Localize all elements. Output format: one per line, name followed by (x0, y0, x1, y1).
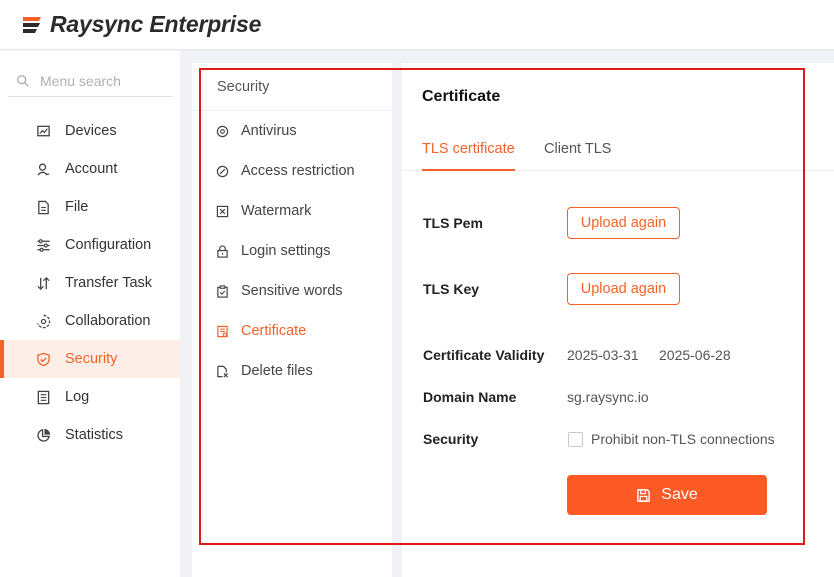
sidebar-item-file[interactable]: File (0, 188, 180, 226)
submenu-item-certificate[interactable]: Certificate (192, 311, 392, 351)
app-header: Raysync Enterprise (0, 0, 834, 50)
menu-search-input[interactable] (40, 72, 160, 89)
sidebar-item-label: Log (65, 389, 90, 405)
save-icon (637, 488, 651, 502)
tls-key-label: TLS Key (423, 281, 480, 297)
certificate-icon (217, 325, 228, 337)
sidebar-item-label: File (65, 199, 89, 215)
sidebar-item-collaboration[interactable]: Collaboration (0, 302, 180, 340)
sidebar-item-log[interactable]: Log (0, 378, 180, 416)
antivirus-icon (216, 125, 229, 137)
sidebar-item-devices[interactable]: Devices (0, 112, 180, 150)
clipboard-icon (217, 284, 228, 298)
sidebar-item-transfer-task[interactable]: Transfer Task (0, 264, 180, 302)
prohibit-non-tls-checkbox[interactable] (568, 432, 583, 447)
submenu-item-access-restriction[interactable]: Access restriction (192, 151, 392, 191)
submenu-item-label: Login settings (241, 243, 331, 259)
submenu-item-label: Access restriction (241, 163, 355, 179)
sidebar-item-label: Security (65, 351, 118, 367)
lock-icon (217, 244, 228, 258)
statistics-icon (37, 428, 51, 442)
tab-tls-certificate[interactable]: TLS certificate (422, 141, 515, 171)
submenu-item-sensitive-words[interactable]: Sensitive words (192, 271, 392, 311)
sidebar-item-account[interactable]: Account (0, 150, 180, 188)
submenu-item-label: Certificate (241, 323, 307, 339)
submenu-header: Security (192, 63, 392, 111)
sidebar-item-label: Configuration (65, 237, 152, 253)
domain-name-label: Domain Name (423, 389, 517, 405)
submenu-item-label: Sensitive words (241, 283, 343, 299)
search-icon (17, 74, 29, 87)
sidebar: Devices Account File Configuration Trans… (0, 51, 180, 577)
certificate-validity-label: Certificate Validity (423, 347, 545, 363)
page-title: Certificate (422, 88, 501, 105)
collaboration-icon (37, 314, 51, 328)
watermark-icon (216, 205, 229, 217)
raysync-logo-icon (23, 16, 41, 33)
certificate-panel: Certificate TLS certificate Client TLS T… (402, 63, 834, 577)
submenu-item-label: Watermark (241, 203, 312, 219)
submenu-item-antivirus[interactable]: Antivirus (192, 111, 392, 151)
tls-pem-label: TLS Pem (423, 215, 483, 231)
upload-tls-key-button[interactable]: Upload again (567, 273, 680, 305)
sidebar-item-statistics[interactable]: Statistics (0, 416, 180, 454)
prohibit-non-tls-label[interactable]: Prohibit non-TLS connections (591, 431, 775, 447)
submenu-item-watermark[interactable]: Watermark (192, 191, 392, 231)
shield-icon (37, 352, 50, 366)
validity-start-date: 2025-03-31 (567, 347, 639, 363)
sidebar-item-label: Collaboration (65, 313, 151, 329)
file-icon (38, 200, 49, 214)
devices-icon (37, 125, 50, 136)
submenu-item-delete-files[interactable]: Delete files (192, 351, 392, 391)
certificate-tabs: TLS certificate Client TLS (402, 131, 834, 171)
configuration-icon (37, 238, 50, 252)
security-label: Security (423, 431, 479, 447)
transfer-task-icon (37, 276, 50, 290)
domain-name-value: sg.raysync.io (567, 389, 649, 405)
sidebar-item-label: Transfer Task (65, 275, 153, 291)
security-submenu: Security Antivirus Access restriction Wa… (192, 63, 392, 577)
sidebar-item-label: Account (65, 161, 118, 177)
sidebar-item-label: Statistics (65, 427, 124, 443)
sidebar-item-configuration[interactable]: Configuration (0, 226, 180, 264)
app-title: Raysync Enterprise (50, 11, 262, 37)
menu-search (8, 65, 172, 97)
sidebar-nav: Devices Account File Configuration Trans… (0, 112, 180, 454)
tab-client-tls[interactable]: Client TLS (544, 141, 611, 171)
delete-files-icon (217, 365, 229, 377)
save-button[interactable]: Save (567, 475, 767, 515)
submenu-item-label: Antivirus (241, 123, 297, 139)
sidebar-item-security[interactable]: Security (0, 340, 180, 378)
validity-end-date: 2025-06-28 (659, 347, 731, 363)
log-icon (37, 390, 50, 404)
submenu-item-login-settings[interactable]: Login settings (192, 231, 392, 271)
submenu-item-label: Delete files (241, 363, 313, 379)
sidebar-item-label: Devices (65, 123, 117, 139)
access-restriction-icon (216, 165, 229, 177)
account-icon (37, 162, 50, 176)
upload-tls-pem-button[interactable]: Upload again (567, 207, 680, 239)
save-button-label: Save (661, 486, 698, 503)
